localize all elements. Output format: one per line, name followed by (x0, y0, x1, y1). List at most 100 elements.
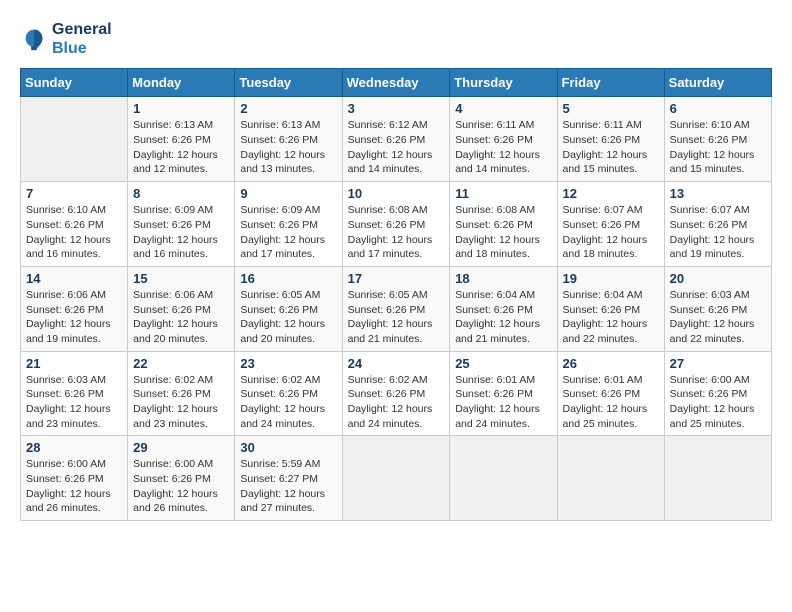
sunset: Sunset: 6:26 PM (563, 134, 641, 146)
daylight-minutes: and 20 minutes. (240, 333, 315, 345)
sunrise: Sunrise: 6:06 AM (26, 289, 106, 301)
sunrise: Sunrise: 6:13 AM (240, 119, 320, 131)
calendar-cell (664, 436, 771, 521)
calendar-cell: 15Sunrise: 6:06 AM Sunset: 6:26 PM Dayli… (128, 266, 235, 351)
day-info: Sunrise: 6:07 AM Sunset: 6:26 PM Dayligh… (670, 203, 766, 262)
sunrise: Sunrise: 6:11 AM (563, 119, 642, 131)
day-number: 27 (670, 356, 766, 371)
calendar-cell: 12Sunrise: 6:07 AM Sunset: 6:26 PM Dayli… (557, 182, 664, 267)
sunrise: Sunrise: 5:59 AM (240, 458, 320, 470)
daylight: Daylight: 12 hours (348, 149, 433, 161)
daylight-minutes: and 24 minutes. (455, 418, 530, 430)
day-info: Sunrise: 6:04 AM Sunset: 6:26 PM Dayligh… (563, 288, 659, 347)
sunset: Sunset: 6:26 PM (26, 304, 104, 316)
day-number: 4 (455, 101, 551, 116)
sunset: Sunset: 6:26 PM (670, 134, 748, 146)
weekday-header-wednesday: Wednesday (342, 69, 450, 97)
sunrise: Sunrise: 6:10 AM (26, 204, 106, 216)
daylight: Daylight: 12 hours (26, 488, 111, 500)
day-number: 11 (455, 186, 551, 201)
day-number: 23 (240, 356, 336, 371)
sunset: Sunset: 6:27 PM (240, 473, 318, 485)
week-row-1: 1Sunrise: 6:13 AM Sunset: 6:26 PM Daylig… (21, 97, 772, 182)
daylight-minutes: and 26 minutes. (26, 502, 101, 514)
sunset: Sunset: 6:26 PM (240, 388, 318, 400)
calendar-cell: 4 Sunrise: 6:11 AM Sunset: 6:26 PM Daylig… (450, 97, 557, 182)
sunrise: Sunrise: 6:01 AM (455, 374, 535, 386)
calendar-cell: 26Sunrise: 6:01 AM Sunset: 6:26 PM Dayli… (557, 351, 664, 436)
sunrise: Sunrise: 6:03 AM (26, 374, 106, 386)
day-number: 8 (133, 186, 229, 201)
daylight: Daylight: 12 hours (26, 234, 111, 246)
calendar-cell: 17Sunrise: 6:05 AM Sunset: 6:26 PM Dayli… (342, 266, 450, 351)
sunset: Sunset: 6:26 PM (455, 388, 533, 400)
week-row-4: 21Sunrise: 6:03 AM Sunset: 6:26 PM Dayli… (21, 351, 772, 436)
calendar-cell: 16Sunrise: 6:05 AM Sunset: 6:26 PM Dayli… (235, 266, 342, 351)
calendar-cell: 30Sunrise: 5:59 AM Sunset: 6:27 PM Dayli… (235, 436, 342, 521)
sunset: Sunset: 6:26 PM (670, 304, 748, 316)
week-row-3: 14Sunrise: 6:06 AM Sunset: 6:26 PM Dayli… (21, 266, 772, 351)
daylight-minutes: and 23 minutes. (26, 418, 101, 430)
sunset: Sunset: 6:26 PM (240, 304, 318, 316)
sunset: Sunset: 6:26 PM (348, 219, 426, 231)
calendar-cell: 9Sunrise: 6:09 AM Sunset: 6:26 PM Daylig… (235, 182, 342, 267)
sunset: Sunset: 6:26 PM (133, 134, 211, 146)
daylight: Daylight: 12 hours (348, 318, 433, 330)
daylight-minutes: and 19 minutes. (670, 248, 745, 260)
daylight-minutes: and 22 minutes. (670, 333, 745, 345)
calendar-cell: 14Sunrise: 6:06 AM Sunset: 6:26 PM Dayli… (21, 266, 128, 351)
calendar-cell: 6Sunrise: 6:10 AM Sunset: 6:26 PM Daylig… (664, 97, 771, 182)
day-number: 28 (26, 440, 122, 455)
daylight: Daylight: 12 hours (133, 149, 218, 161)
daylight: Daylight: 12 hours (455, 403, 540, 415)
sunset: Sunset: 6:26 PM (455, 304, 533, 316)
day-number: 16 (240, 271, 336, 286)
day-info: Sunrise: 6:01 AM Sunset: 6:26 PM Dayligh… (563, 373, 659, 432)
day-number: 5 (563, 101, 659, 116)
week-row-2: 7Sunrise: 6:10 AM Sunset: 6:26 PM Daylig… (21, 182, 772, 267)
sunset: Sunset: 6:26 PM (133, 388, 211, 400)
day-info: Sunrise: 6:12 AM Sunset: 6:26 PM Dayligh… (348, 118, 445, 177)
sunrise: Sunrise: 6:13 AM (133, 119, 213, 131)
calendar-cell: 18Sunrise: 6:04 AM Sunset: 6:26 PM Dayli… (450, 266, 557, 351)
calendar-cell: 10Sunrise: 6:08 AM Sunset: 6:26 PM Dayli… (342, 182, 450, 267)
daylight-minutes: and 12 minutes. (133, 163, 208, 175)
daylight-minutes: and 24 minutes. (348, 418, 423, 430)
daylight-minutes: and 14 minutes. (455, 163, 530, 175)
logo: General Blue (20, 20, 112, 58)
week-row-5: 28 Sunrise: 6:00 AM Sunset: 6:26 PM Dayli… (21, 436, 772, 521)
day-info: Sunrise: 6:02 AM Sunset: 6:26 PM Dayligh… (133, 373, 229, 432)
daylight-minutes: and 20 minutes. (133, 333, 208, 345)
day-number: 25 (455, 356, 551, 371)
calendar-cell: 8 Sunrise: 6:09 AM Sunset: 6:26 PM Daylig… (128, 182, 235, 267)
sunrise: Sunrise: 6:03 AM (670, 289, 750, 301)
calendar-cell: 23Sunrise: 6:02 AM Sunset: 6:26 PM Dayli… (235, 351, 342, 436)
day-number: 3 (348, 101, 445, 116)
day-info: Sunrise: 6:00 AM Sunset: 6:26 PM Dayligh… (670, 373, 766, 432)
sunrise: Sunrise: 6:00 AM (133, 458, 213, 470)
day-number: 18 (455, 271, 551, 286)
sunrise: Sunrise: 6:08 AM (455, 204, 535, 216)
sunrise: Sunrise: 6:09 AM (133, 204, 213, 216)
sunset: Sunset: 6:26 PM (240, 134, 318, 146)
daylight: Daylight: 12 hours (240, 403, 325, 415)
sunset: Sunset: 6:26 PM (670, 388, 748, 400)
sunrise: Sunrise: 6:07 AM (670, 204, 750, 216)
calendar-cell: 24Sunrise: 6:02 AM Sunset: 6:26 PM Dayli… (342, 351, 450, 436)
sunset: Sunset: 6:26 PM (26, 219, 104, 231)
day-info: Sunrise: 6:00 AM Sunset: 6:26 PM Dayligh… (26, 457, 122, 516)
calendar-cell: 1Sunrise: 6:13 AM Sunset: 6:26 PM Daylig… (128, 97, 235, 182)
daylight: Daylight: 12 hours (670, 149, 755, 161)
daylight-minutes: and 21 minutes. (455, 333, 530, 345)
daylight-minutes: and 24 minutes. (240, 418, 315, 430)
sunset: Sunset: 6:26 PM (348, 304, 426, 316)
daylight: Daylight: 12 hours (240, 488, 325, 500)
daylight-minutes: and 23 minutes. (133, 418, 208, 430)
day-info: Sunrise: 6:09 AM Sunset: 6:26 PM Dayligh… (133, 203, 229, 262)
day-info: Sunrise: 6:06 AM Sunset: 6:26 PM Dayligh… (133, 288, 229, 347)
calendar-cell (557, 436, 664, 521)
day-number: 9 (240, 186, 336, 201)
daylight-minutes: and 27 minutes. (240, 502, 315, 514)
calendar-cell: 19Sunrise: 6:04 AM Sunset: 6:26 PM Dayli… (557, 266, 664, 351)
day-info: Sunrise: 6:11 AM Sunset: 6:26 PM Dayligh… (455, 118, 551, 177)
